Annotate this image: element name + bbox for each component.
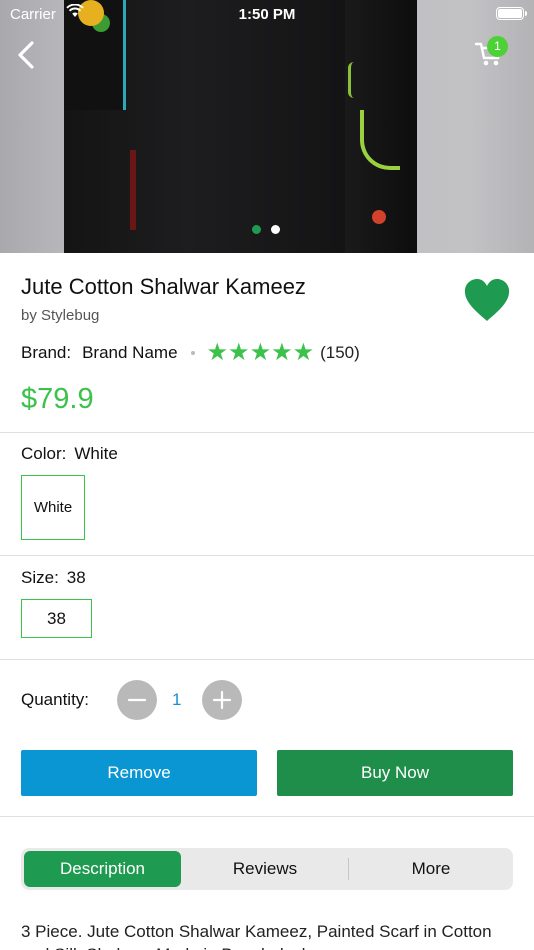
buy-now-button[interactable]: Buy Now (277, 750, 513, 796)
size-selected-value: 38 (66, 568, 86, 587)
embroidery-detail (348, 62, 360, 98)
color-selected-value: White (74, 444, 118, 463)
star-icon: ★ (271, 339, 293, 366)
tab-divider (348, 858, 349, 880)
carousel-dot[interactable] (271, 225, 280, 234)
product-vendor: by Stylebug (21, 307, 100, 324)
battery-icon (496, 7, 527, 20)
product-description: 3 Piece. Jute Cotton Shalwar Kameez, Pai… (21, 922, 492, 950)
size-label: Size: (21, 568, 59, 587)
divider (0, 659, 534, 660)
separator-dot (190, 351, 195, 355)
quantity-increment-button[interactable] (202, 680, 242, 720)
divider (0, 816, 534, 817)
star-icon: ★ (292, 339, 315, 366)
brand-rating-row: Brand: Brand Name ★ ★ ★ ★ ★ (150) (21, 339, 360, 366)
star-rating[interactable]: ★ ★ ★ ★ ★ (206, 339, 315, 366)
star-icon: ★ (228, 339, 250, 366)
tab-reviews[interactable]: Reviews (184, 851, 346, 887)
quantity-decrement-button[interactable] (117, 680, 157, 720)
star-icon: ★ (249, 339, 272, 366)
color-option-header: Color: White (21, 444, 118, 464)
color-label: Color: (21, 444, 67, 463)
tab-description[interactable]: Description (24, 851, 181, 887)
embroidery-detail (372, 210, 386, 224)
color-choice-white[interactable]: White (21, 475, 85, 540)
divider (0, 555, 534, 556)
star-icon: ★ (206, 339, 229, 366)
size-choice-38[interactable]: 38 (21, 599, 92, 638)
remove-button[interactable]: Remove (21, 750, 257, 796)
minus-icon (127, 698, 147, 702)
cart-count-badge: 1 (487, 36, 508, 57)
divider (0, 432, 534, 433)
carousel-page-indicator[interactable] (252, 225, 280, 234)
brand-label: Brand: (21, 343, 72, 362)
product-image-carousel[interactable] (0, 0, 534, 253)
embroidery-detail (130, 150, 136, 230)
review-count[interactable]: (150) (320, 343, 360, 363)
status-time: 1:50 PM (238, 6, 296, 23)
quantity-label: Quantity: (21, 690, 90, 709)
brand-value[interactable]: Brand Name (82, 343, 177, 363)
status-bar: Carrier 1:50 PM (0, 0, 534, 28)
favorite-heart-icon[interactable] (462, 277, 512, 323)
detail-tabs: Description Reviews More (21, 848, 513, 890)
product-title: Jute Cotton Shalwar Kameez (21, 274, 306, 299)
plus-icon (212, 690, 232, 710)
product-price: $79.9 (21, 383, 94, 415)
tab-more[interactable]: More (351, 851, 511, 887)
back-chevron-icon[interactable] (12, 38, 42, 72)
size-option-header: Size: 38 (21, 568, 86, 588)
carousel-dot[interactable] (252, 225, 261, 234)
quantity-value: 1 (172, 690, 182, 709)
